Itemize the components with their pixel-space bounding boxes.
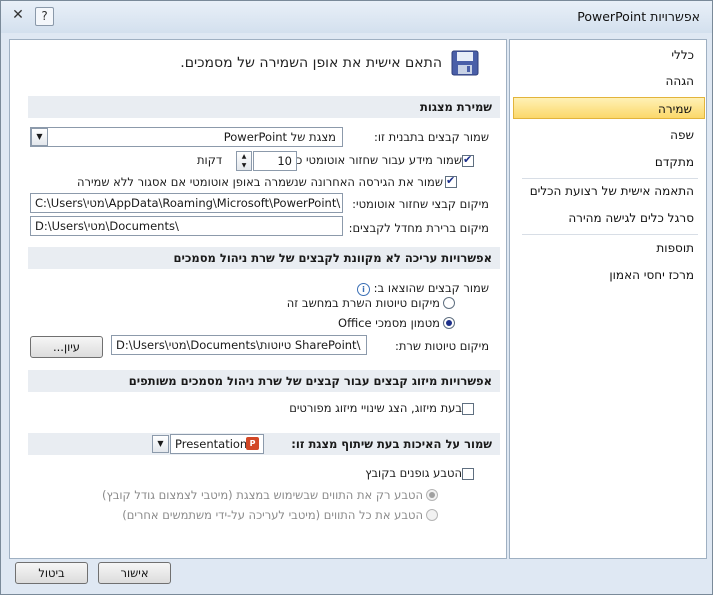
file-format-dropdown[interactable]: מצגת של PowerPoint (30, 127, 343, 147)
server-drafts-option-label: מיקום טיוטות השרת במחשב זה (286, 296, 440, 310)
section-file-merge: אפשרויות מיזוג קבצים עבור קבצים של שרת נ… (28, 370, 500, 392)
checked-out-files-text: שמור קבצים שהוצאו ב: (373, 281, 489, 295)
section-offline-editing: אפשרויות עריכה לא מקוונת לקבצים של שרת נ… (28, 247, 500, 269)
embed-used-characters-label: הטבע רק את התווים שבשימוש במצגת (מיטבי ל… (102, 488, 423, 502)
show-merge-changes-checkbox[interactable] (462, 403, 474, 415)
page-title: התאם אישית את אופן השמירה של מסמכים. (180, 55, 442, 71)
default-location-label: מיקום ברירת מחדל לקבצים: (348, 221, 489, 235)
embed-all-characters-radio[interactable] (426, 509, 438, 521)
autorecover-minutes-input[interactable]: 10 (253, 151, 297, 171)
powerpoint-file-icon: P (246, 437, 259, 450)
sidebar-item-advanced[interactable]: מתקדם (516, 151, 706, 173)
keep-last-version-checkbox[interactable] (445, 174, 457, 188)
sidebar-divider (522, 234, 698, 235)
autorecover-location-label: מיקום קבצי שחזור אוטומטי: (352, 197, 489, 211)
checked-out-files-label: שמור קבצים שהוצאו ב: i (357, 281, 489, 296)
server-drafts-location-input[interactable]: D:\Users\מטי\Documents\טיוטות SharePoint… (111, 335, 367, 355)
minutes-label: דקות (197, 153, 223, 167)
sidebar-item-save[interactable]: שמירה (513, 97, 705, 119)
chevron-down-icon[interactable]: ▼ (31, 128, 48, 146)
server-drafts-radio[interactable] (443, 297, 455, 309)
office-cache-option-label: מטמון מסמכי Office (338, 316, 440, 330)
embed-all-characters-label: הטבע את כל התווים (מיטבי לעריכה על-ידי מ… (122, 508, 423, 522)
close-icon[interactable]: ✕ (7, 7, 29, 24)
sidebar-item-quick-access-toolbar[interactable]: סרגל כלים לגישה מהירה (516, 207, 706, 229)
sidebar-item-add-ins[interactable]: תוספות (516, 237, 706, 259)
file-format-value: מצגת של PowerPoint (223, 130, 336, 144)
autorecover-location-input[interactable]: C:\Users\מטי\AppData\Roaming\Microsoft\P… (30, 193, 343, 213)
file-format-label: שמור קבצים בתבנית זו: (374, 130, 489, 144)
autorecover-minutes-spinner[interactable]: ▲ ▼ (236, 151, 252, 171)
sidebar-item-trust-center[interactable]: מרכז יחסי האמון (516, 264, 706, 286)
sidebar-divider (522, 178, 698, 179)
server-drafts-location-label: מיקום טיוטות שרת: (395, 339, 489, 353)
sidebar-item-customize-ribbon[interactable]: התאמה אישית של רצועת הכלים (516, 180, 706, 202)
embed-fonts-label: הטבע גופנים בקובץ (365, 466, 462, 480)
options-window: אפשרויות PowerPoint ? ✕ כללי הגהה שמירה … (0, 0, 713, 595)
sidebar-item-general[interactable]: כללי (516, 44, 706, 66)
keep-last-version-label: שמור את הגירסה האחרונה שנשמרה באופן אוטו… (76, 175, 443, 189)
show-merge-changes-label: בעת מיזוג, הצג שינויי מיזוג מפורטים (289, 401, 462, 415)
sidebar-item-language[interactable]: שפה (516, 124, 706, 146)
save-icon (451, 50, 479, 76)
ok-button[interactable]: אישור (98, 562, 171, 584)
save-settings-panel: התאם אישית את אופן השמירה של מסמכים. שמי… (9, 39, 507, 559)
presentation-value: Presentation1 (175, 437, 255, 451)
cancel-button[interactable]: ביטול (15, 562, 88, 584)
office-cache-radio[interactable] (443, 317, 455, 329)
embed-used-characters-radio[interactable] (426, 489, 438, 501)
help-icon[interactable]: ? (35, 7, 54, 26)
default-location-input[interactable]: D:\Users\מטי\Documents\ (30, 216, 343, 236)
category-sidebar: כללי הגהה שמירה שפה מתקדם התאמה אישית של… (509, 39, 707, 559)
autorecover-label: שמור מידע עבור שחזור אוטומטי כל (289, 153, 462, 167)
info-icon: i (357, 283, 370, 296)
section-preserve-fidelity: שמור על האיכות בעת שיתוף מצגת זו: (28, 433, 500, 455)
chevron-down-icon[interactable]: ▼ (152, 435, 169, 453)
sidebar-item-proofing[interactable]: הגהה (516, 70, 706, 92)
autorecover-checkbox[interactable] (462, 153, 474, 167)
section-save-presentations: שמירת מצגות (28, 96, 500, 118)
embed-fonts-checkbox[interactable] (462, 468, 474, 480)
window-title: אפשרויות PowerPoint (577, 9, 700, 24)
title-bar: אפשרויות PowerPoint ? ✕ (1, 1, 712, 33)
browse-button[interactable]: עיון... (30, 336, 103, 358)
